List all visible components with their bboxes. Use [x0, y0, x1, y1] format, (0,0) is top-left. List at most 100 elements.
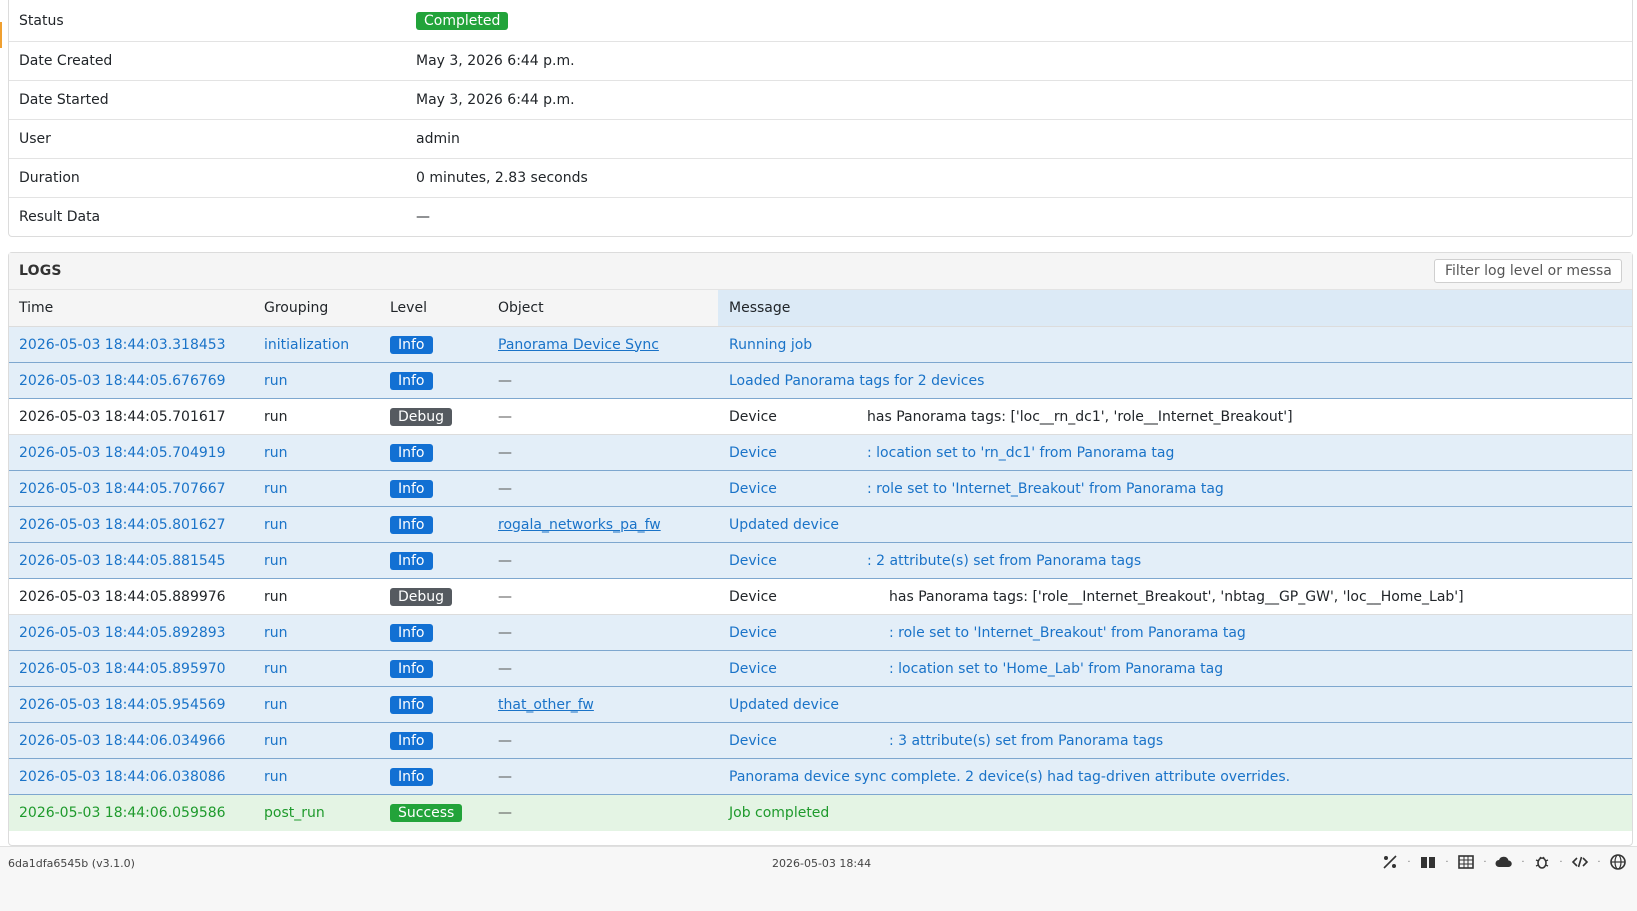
log-level-cell: Info — [390, 759, 498, 794]
log-time: 2026-05-03 18:44:05.954569 — [19, 696, 226, 713]
log-time: 2026-05-03 18:44:05.895970 — [19, 660, 226, 677]
log-object-empty: — — [498, 805, 512, 821]
log-grouping: run — [264, 768, 288, 785]
log-row: 2026-05-03 18:44:05.881545 run Info — Device… — [9, 543, 1632, 579]
summary-row-user: User admin — [9, 120, 1632, 159]
result-data-label: Result Data — [19, 209, 101, 225]
log-object-cell: — — [498, 363, 718, 398]
log-message-device: Device — [729, 444, 777, 461]
footer-icons: · · · · · · — [1379, 851, 1629, 873]
log-object-empty: — — [498, 372, 512, 389]
log-time: 2026-05-03 18:44:03.318453 — [19, 336, 226, 353]
log-filter-input[interactable] — [1434, 259, 1622, 283]
log-object-cell: that_other_fw — [498, 687, 718, 722]
log-object-empty: — — [498, 624, 512, 641]
log-message-device: Device — [729, 624, 777, 641]
log-level-cell: Info — [390, 651, 498, 686]
log-message-text: : location set to 'Home_Lab' from Panora… — [889, 660, 1224, 677]
log-message-cell: Device : role set to 'Internet_Breakout' … — [718, 615, 1632, 650]
log-level-badge: Info — [390, 551, 433, 570]
log-time: 2026-05-03 18:44:06.059586 — [19, 805, 226, 821]
log-object-link[interactable]: rogala_networks_pa_fw — [498, 517, 661, 533]
log-time: 2026-05-03 18:44:05.889976 — [19, 588, 226, 605]
log-message-text: : role set to 'Internet_Breakout' from P… — [889, 624, 1246, 641]
log-object-cell: — — [498, 579, 718, 614]
column-header-level[interactable]: Level — [390, 290, 498, 326]
log-object-empty: — — [498, 552, 512, 569]
log-time: 2026-05-03 18:44:05.701617 — [19, 408, 226, 425]
log-level-badge: Debug — [390, 587, 453, 606]
column-header-time[interactable]: Time — [9, 290, 264, 326]
log-level-cell: Debug — [390, 579, 498, 614]
footer: 6da1dfa6545b (v3.1.0) 2026-05-03 18:44 ·… — [0, 846, 1637, 911]
log-message-text: Running job — [729, 336, 813, 353]
column-header-grouping[interactable]: Grouping — [264, 290, 390, 326]
log-row: 2026-05-03 18:44:03.318453 initialization… — [9, 327, 1632, 363]
log-row: 2026-05-03 18:44:06.038086 run Info — Panora… — [9, 759, 1632, 795]
log-object-cell: — — [498, 759, 718, 794]
log-row: 2026-05-03 18:44:06.034966 run Info — Device… — [9, 723, 1632, 759]
log-row: 2026-05-03 18:44:05.701617 run Debug — Devic… — [9, 399, 1632, 435]
log-message-cell: Updated device — [718, 507, 1632, 542]
log-level-cell: Info — [390, 615, 498, 650]
log-grouping: run — [264, 624, 288, 641]
log-object-cell: — — [498, 651, 718, 686]
summary-row-result-data: Result Data — — [9, 198, 1632, 236]
log-object-link[interactable]: that_other_fw — [498, 697, 594, 713]
globe-icon[interactable] — [1607, 851, 1629, 873]
log-level-badge: Debug — [390, 407, 453, 426]
log-object-empty: — — [498, 408, 512, 425]
log-grouping: run — [264, 732, 288, 749]
log-time: 2026-05-03 18:44:05.881545 — [19, 552, 226, 569]
log-time: 2026-05-03 18:44:05.704919 — [19, 444, 226, 461]
log-message-device: Device — [729, 552, 777, 569]
summary-row-duration: Duration 0 minutes, 2.83 seconds — [9, 159, 1632, 198]
log-grouping: run — [264, 408, 288, 425]
docs-icon[interactable] — [1417, 851, 1439, 873]
log-object-cell: rogala_networks_pa_fw — [498, 507, 718, 542]
log-object-cell: — — [498, 615, 718, 650]
log-object-empty: — — [498, 732, 512, 749]
log-object-link[interactable]: Panorama Device Sync — [498, 337, 659, 353]
log-level-cell: Info — [390, 471, 498, 506]
logs-panel: LOGS Time Grouping Level Object Message … — [8, 252, 1633, 846]
log-row: 2026-05-03 18:44:05.892893 run Info — Device… — [9, 615, 1632, 651]
status-label: Status — [19, 12, 64, 29]
log-grouping: run — [264, 444, 288, 461]
code-icon[interactable] — [1569, 851, 1591, 873]
theme-icon[interactable] — [1379, 851, 1401, 873]
log-time: 2026-05-03 18:44:05.707667 — [19, 480, 226, 497]
summary-row-date-created: Date Created May 3, 2026 6:44 p.m. — [9, 42, 1632, 81]
log-object-empty: — — [498, 588, 512, 605]
log-message-cell: Updated device — [718, 687, 1632, 722]
log-level-cell: Info — [390, 507, 498, 542]
date-started-label: Date Started — [19, 92, 109, 108]
log-level-badge: Info — [390, 623, 433, 642]
log-message-text: has Panorama tags: ['role__Internet_Brea… — [889, 588, 1464, 605]
user-value: admin — [416, 131, 460, 147]
status-badge: Completed — [416, 11, 509, 30]
log-message-device: Device — [729, 480, 777, 497]
log-row: 2026-05-03 18:44:05.954569 run Info that_ot… — [9, 687, 1632, 723]
log-level-cell: Info — [390, 687, 498, 722]
duration-label: Duration — [19, 170, 80, 186]
log-grouping: run — [264, 516, 288, 533]
log-message-cell: Panorama device sync complete. 2 device(… — [718, 759, 1632, 794]
log-object-empty: — — [498, 660, 512, 677]
column-header-object[interactable]: Object — [498, 290, 718, 326]
log-message-cell: Device: role set to 'Internet_Breakout' … — [718, 471, 1632, 506]
log-message-cell: Device: 3 attribute(s) set from Panorama… — [718, 723, 1632, 758]
log-time: 2026-05-03 18:44:05.676769 — [19, 372, 226, 389]
duration-value: 0 minutes, 2.83 seconds — [416, 170, 588, 186]
log-object-cell: — — [498, 471, 718, 506]
log-object-cell: — — [498, 723, 718, 758]
log-level-badge: Info — [390, 335, 433, 354]
log-rows: 2026-05-03 18:44:03.318453 initialization… — [9, 327, 1632, 831]
log-time: 2026-05-03 18:44:05.801627 — [19, 516, 226, 533]
bug-icon[interactable] — [1531, 851, 1553, 873]
log-row: 2026-05-03 18:44:05.801627 run Info rogala_… — [9, 507, 1632, 543]
log-level-badge: Info — [390, 659, 433, 678]
column-header-message[interactable]: Message — [718, 290, 1632, 326]
cloud-icon[interactable] — [1493, 851, 1515, 873]
api-icon[interactable] — [1455, 851, 1477, 873]
